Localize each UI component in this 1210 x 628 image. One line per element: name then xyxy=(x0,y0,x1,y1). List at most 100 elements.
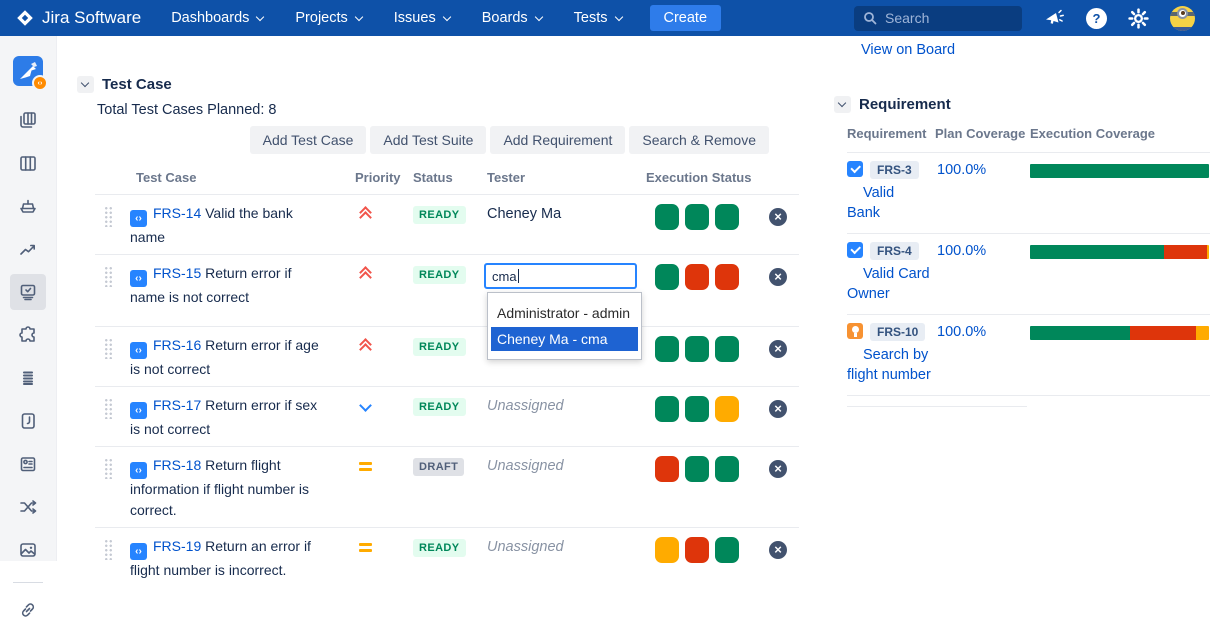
tester-value[interactable]: Unassigned xyxy=(487,539,644,555)
requirement-type-icon xyxy=(847,323,863,339)
dropdown-option[interactable]: Administrator - admin xyxy=(491,301,638,325)
create-button[interactable]: Create xyxy=(650,5,722,31)
execution-status-square[interactable] xyxy=(685,204,709,230)
issue-key-link[interactable]: FRS-19 xyxy=(153,538,201,554)
settings-gear-icon[interactable] xyxy=(1128,8,1149,29)
drag-handle[interactable] xyxy=(104,458,113,479)
tester-autocomplete-input[interactable]: cma xyxy=(484,263,637,289)
table-row: FRS-4Valid Card Owner 100.0% xyxy=(847,233,1210,314)
link-icon[interactable] xyxy=(10,592,46,628)
search-input[interactable]: Search xyxy=(854,6,1022,31)
drag-handle[interactable] xyxy=(104,398,113,419)
drag-handle[interactable] xyxy=(104,539,113,560)
backlog-icon[interactable] xyxy=(10,102,46,138)
execution-status-square[interactable] xyxy=(685,396,709,422)
execution-status-square[interactable] xyxy=(715,456,739,482)
media-image-icon[interactable] xyxy=(10,532,46,568)
execution-status-square[interactable] xyxy=(655,396,679,422)
issue-key-link[interactable]: FRS-17 xyxy=(153,397,201,413)
issue-key-link[interactable]: FRS-16 xyxy=(153,337,201,353)
profile-card-icon[interactable] xyxy=(10,446,46,482)
add-requirement-button[interactable]: Add Requirement xyxy=(490,126,625,154)
execution-status-square[interactable] xyxy=(685,336,709,362)
execution-status-square[interactable] xyxy=(655,336,679,362)
issue-key-link[interactable]: FRS-14 xyxy=(153,205,201,221)
jira-brand[interactable]: Jira Software xyxy=(15,8,141,28)
execution-status-square[interactable] xyxy=(655,537,679,563)
execution-status-square[interactable] xyxy=(715,537,739,563)
pages-journal-icon[interactable] xyxy=(10,403,46,439)
execution-status xyxy=(655,396,769,422)
add-test-case-button[interactable]: Add Test Case xyxy=(250,126,367,154)
table-row: FRS-14 Valid the bank name READY Cheney … xyxy=(95,194,799,254)
steps-list-icon[interactable] xyxy=(10,360,46,396)
board-icon[interactable] xyxy=(10,145,46,181)
test-case-section-title: Test Case xyxy=(102,76,172,93)
coverage-bar-segment xyxy=(1030,326,1130,340)
execution-status-square[interactable] xyxy=(685,537,709,563)
status-badge: READY xyxy=(413,338,466,356)
requirement-summary-link[interactable]: Valid Bank xyxy=(847,183,935,223)
shuffle-icon[interactable] xyxy=(10,489,46,525)
reports-chart-icon[interactable] xyxy=(10,231,46,267)
remove-test-case-button[interactable] xyxy=(769,268,787,286)
remove-test-case-button[interactable] xyxy=(769,208,787,226)
execution-status-square[interactable] xyxy=(685,264,709,290)
user-avatar[interactable] xyxy=(1170,6,1195,31)
column-execution-coverage: Execution Coverage xyxy=(1030,124,1209,143)
issue-key-link[interactable]: FRS-18 xyxy=(153,457,201,473)
drag-handle[interactable] xyxy=(104,338,113,359)
remove-test-case-button[interactable] xyxy=(769,460,787,478)
menu-projects[interactable]: Projects xyxy=(295,10,361,26)
remove-test-case-button[interactable] xyxy=(769,340,787,358)
requirement-key-badge[interactable]: FRS-3 xyxy=(870,161,919,179)
tester-value[interactable]: Unassigned xyxy=(487,458,644,474)
view-on-board-link[interactable]: View on Board xyxy=(861,42,955,58)
column-requirement: Requirement xyxy=(847,124,935,143)
addons-puzzle-icon[interactable] xyxy=(10,317,46,353)
releases-ship-icon[interactable] xyxy=(10,188,46,224)
search-remove-button[interactable]: Search & Remove xyxy=(629,126,769,154)
priority-icon xyxy=(358,400,372,414)
execution-status-square[interactable] xyxy=(655,204,679,230)
feedback-megaphone-icon[interactable] xyxy=(1043,7,1065,29)
drag-handle[interactable] xyxy=(104,266,113,287)
execution-status-square[interactable] xyxy=(715,264,739,290)
tests-icon[interactable] xyxy=(10,274,46,310)
execution-status-square[interactable] xyxy=(655,456,679,482)
execution-status-square[interactable] xyxy=(715,336,739,362)
remove-test-case-button[interactable] xyxy=(769,541,787,559)
remove-test-case-button[interactable] xyxy=(769,400,787,418)
add-test-suite-button[interactable]: Add Test Suite xyxy=(370,126,486,154)
requirement-summary-link[interactable]: Valid Card Owner xyxy=(847,264,935,304)
requirement-key-badge[interactable]: FRS-10 xyxy=(870,323,925,341)
total-test-cases-label: Total Test Cases Planned: 8 xyxy=(97,102,801,118)
tester-value[interactable]: Cheney Ma xyxy=(487,206,644,222)
execution-coverage-bar xyxy=(1030,164,1209,178)
requirement-key-badge[interactable]: FRS-4 xyxy=(870,242,919,260)
tester-value[interactable]: Unassigned xyxy=(487,398,644,414)
collapse-requirement-chevron-icon[interactable] xyxy=(834,96,851,113)
menu-boards[interactable]: Boards xyxy=(482,10,542,26)
column-execution-status: Execution Status xyxy=(644,170,769,185)
execution-status-square[interactable] xyxy=(685,456,709,482)
menu-tests[interactable]: Tests xyxy=(574,10,622,26)
tester-autocomplete-dropdown: Administrator - admin Cheney Ma - cma xyxy=(487,292,642,360)
collapse-test-case-chevron-icon[interactable] xyxy=(77,76,94,93)
requirement-summary-link[interactable]: Search by flight number xyxy=(847,345,935,385)
help-icon[interactable] xyxy=(1086,8,1107,29)
status-badge: DRAFT xyxy=(413,458,464,476)
execution-status-square[interactable] xyxy=(655,264,679,290)
menu-issues[interactable]: Issues xyxy=(394,10,450,26)
dropdown-option[interactable]: Cheney Ma - cma xyxy=(491,327,638,351)
execution-status-square[interactable] xyxy=(715,396,739,422)
test-case-table: Test Case Priority Status Tester Executi… xyxy=(95,162,799,587)
execution-status-square[interactable] xyxy=(715,204,739,230)
priority-icon xyxy=(358,208,372,222)
project-avatar[interactable] xyxy=(13,56,43,86)
status-badge: READY xyxy=(413,206,466,224)
search-placeholder: Search xyxy=(885,10,929,26)
drag-handle[interactable] xyxy=(104,206,113,227)
issue-key-link[interactable]: FRS-15 xyxy=(153,265,201,281)
menu-dashboards[interactable]: Dashboards xyxy=(171,10,263,26)
